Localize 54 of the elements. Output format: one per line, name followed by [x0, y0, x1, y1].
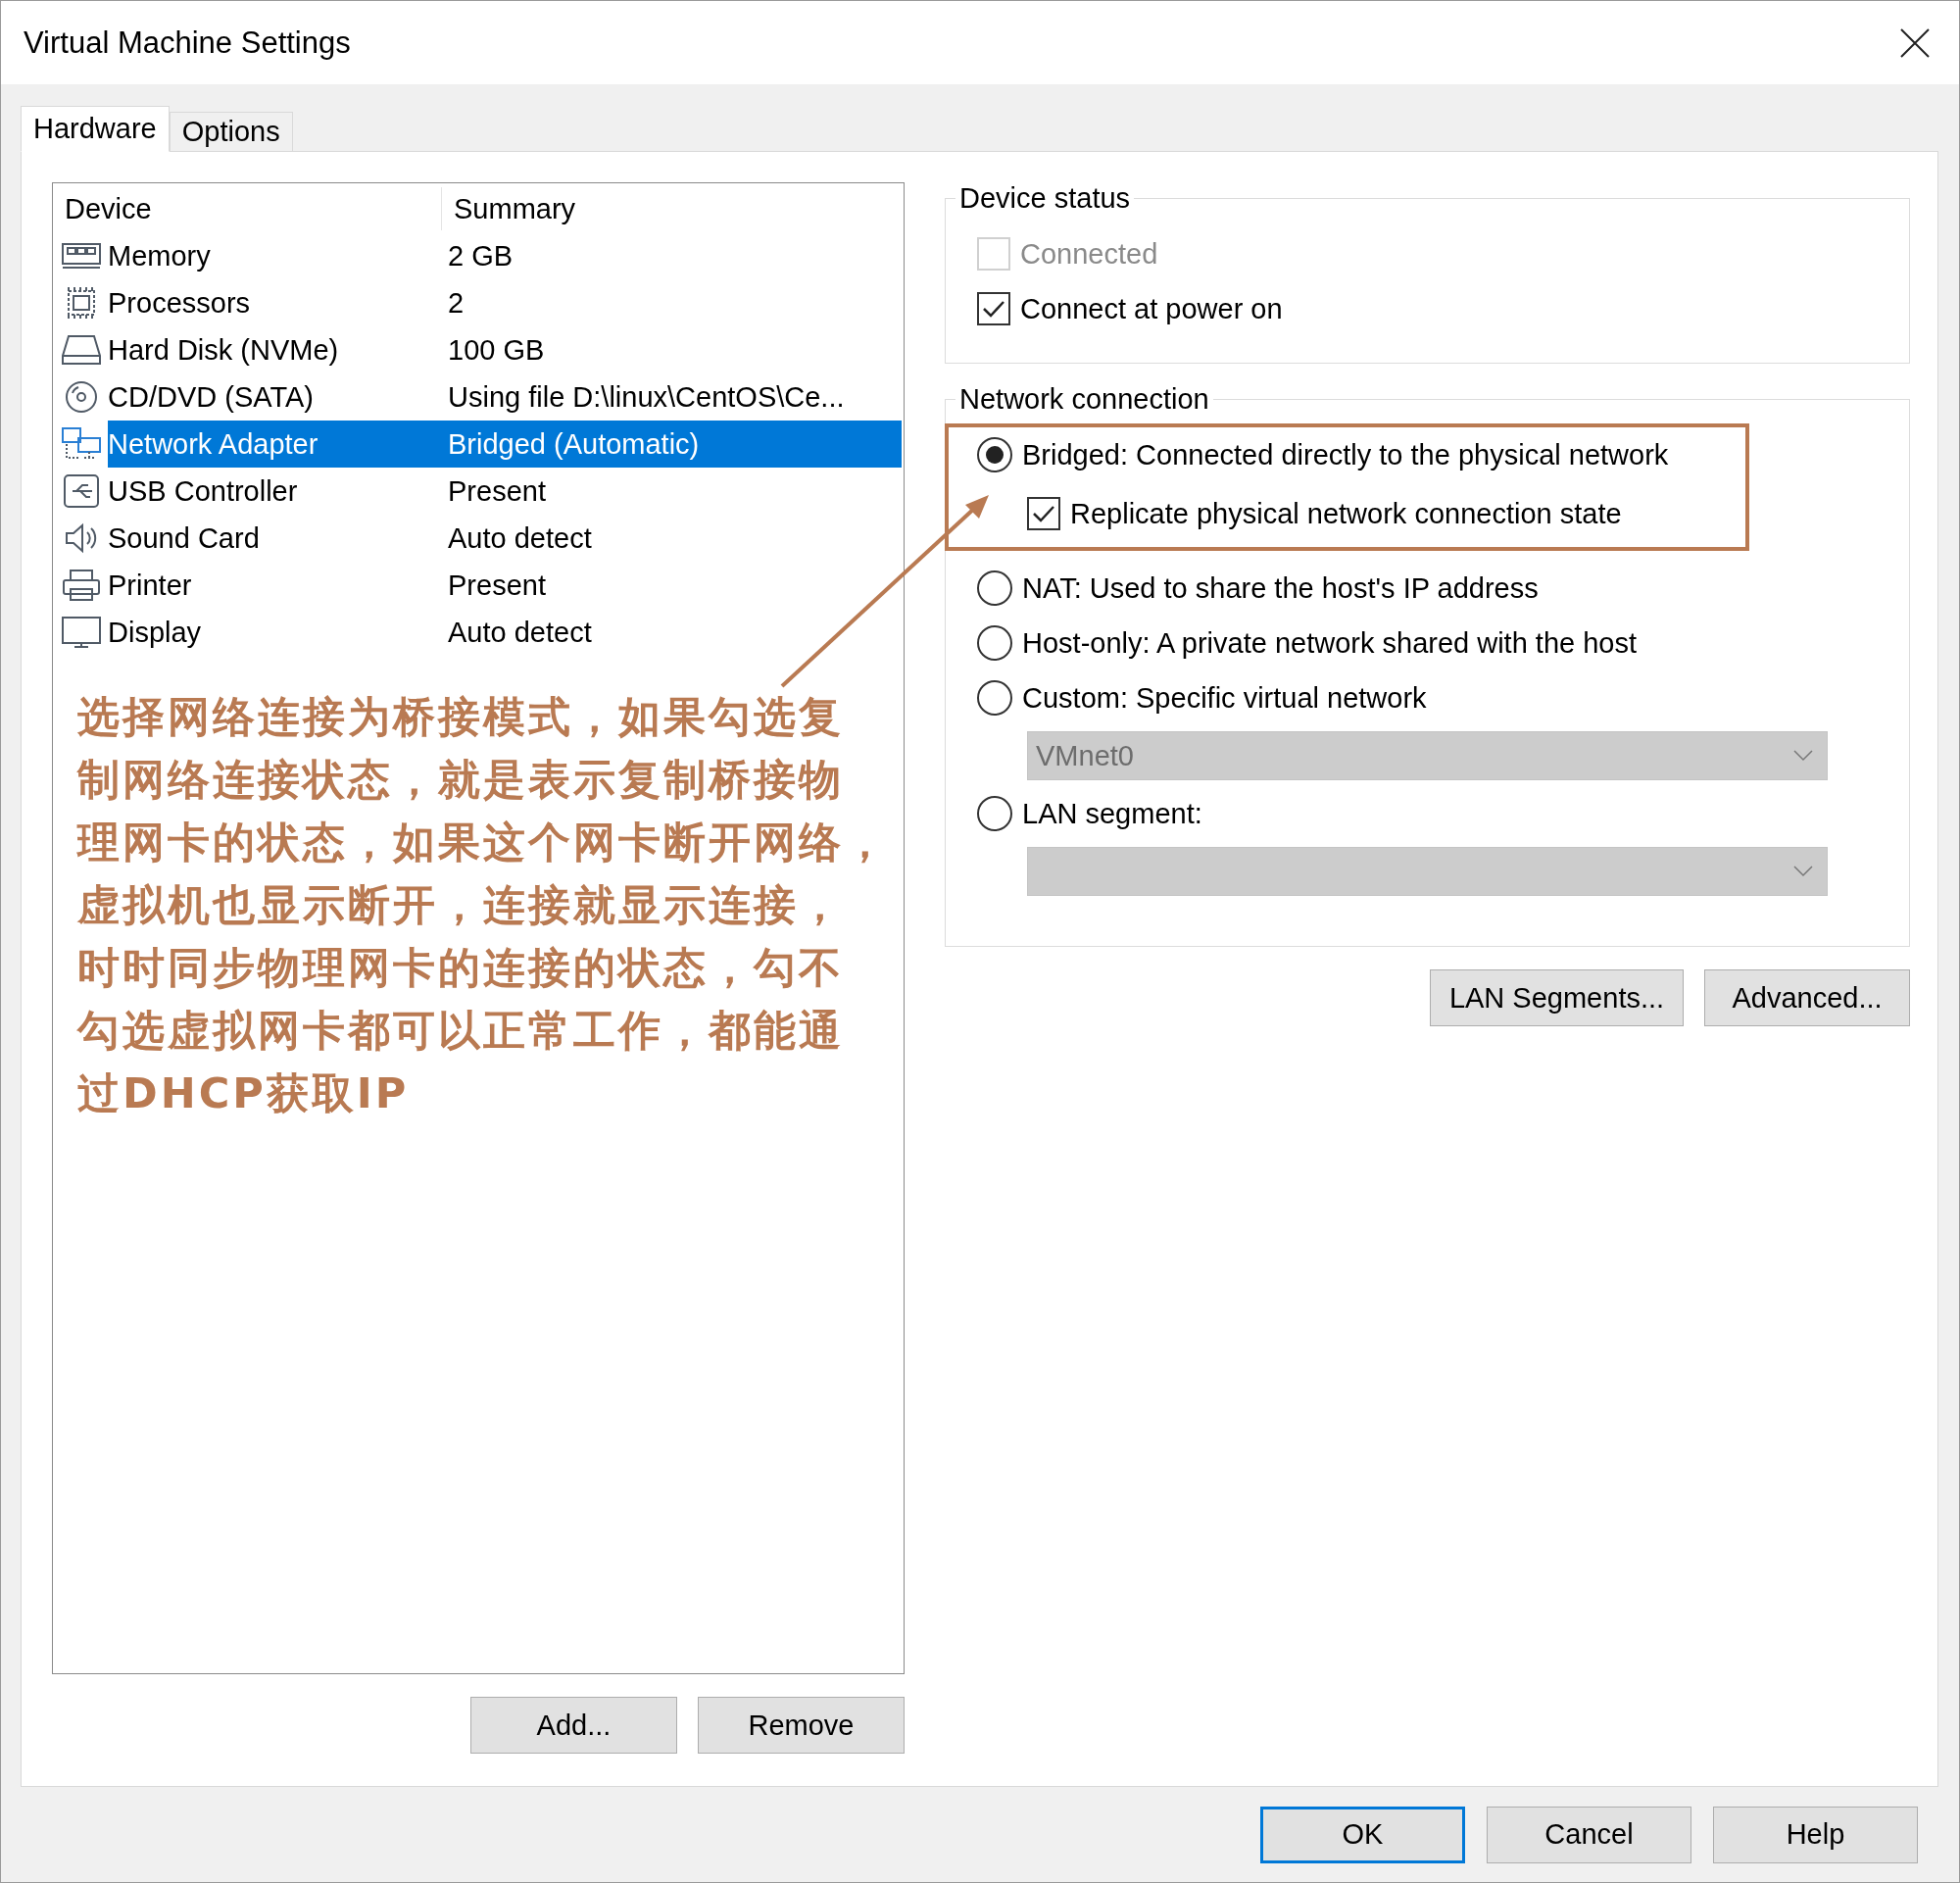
annotation-text: 虚拟机也显示断开，连接就显示连接， — [77, 879, 844, 931]
usb-icon — [61, 473, 102, 509]
radio-button[interactable] — [977, 437, 1012, 472]
device-row[interactable]: Processors 2 — [108, 279, 902, 326]
device-row[interactable]: Display Auto detect — [108, 609, 902, 656]
dialog-button[interactable]: OK — [1260, 1806, 1465, 1863]
dialog-button[interactable]: Advanced... — [1704, 969, 1910, 1026]
device-row[interactable]: USB Controller Present — [108, 468, 902, 515]
dialog-button[interactable]: LAN Segments... — [1430, 969, 1684, 1026]
device-row[interactable]: Memory 2 GB — [108, 232, 902, 279]
printer-icon — [61, 568, 102, 603]
close-icon[interactable] — [1900, 27, 1930, 58]
radio-label: LAN segment: — [1022, 797, 1202, 830]
monitor-icon — [61, 615, 102, 650]
group-title: Network connection — [958, 383, 1210, 416]
checkmark-icon — [1032, 504, 1055, 523]
checkmark-icon — [982, 299, 1005, 319]
tab[interactable]: Options — [169, 112, 293, 152]
dialog-button[interactable]: Add... — [470, 1697, 677, 1754]
column-header[interactable]: Device — [53, 192, 441, 225]
radio-label: Bridged: Connected directly to the physical network — [1022, 438, 1669, 471]
chevron-down-icon — [1793, 866, 1813, 877]
annotation-text: 制网络连接状态，就是表示复制桥接物 — [77, 754, 844, 806]
radio-button[interactable] — [977, 625, 1012, 661]
radio-button[interactable] — [977, 680, 1012, 716]
annotation-text: 时时同步物理网卡的连接的状态，勾不 — [77, 942, 844, 994]
annotation-text: 过DHCP获取IP — [77, 1067, 410, 1119]
group-title: Device status — [958, 182, 1132, 215]
dialog-button[interactable]: Cancel — [1487, 1806, 1691, 1863]
checkbox-label: Replicate physical network connection state — [1070, 497, 1622, 530]
checkbox[interactable] — [1027, 497, 1060, 530]
device-row[interactable]: Sound Card Auto detect — [108, 515, 902, 562]
radio-label: Custom: Specific virtual network — [1022, 681, 1427, 715]
annotation-text: 选择网络连接为桥接模式，如果勾选复 — [77, 691, 844, 743]
radio-label: NAT: Used to share the host's IP address — [1022, 571, 1539, 605]
device-row[interactable]: Network Adapter Bridged (Automatic) — [108, 421, 902, 468]
annotation-text: 勾选虚拟网卡都可以正常工作，都能通 — [77, 1005, 844, 1057]
tab[interactable]: Hardware — [21, 106, 170, 152]
checkbox-label: Connect at power on — [1020, 292, 1283, 325]
column-header[interactable]: Summary — [442, 192, 576, 225]
dialog-button[interactable]: Remove — [698, 1697, 905, 1754]
radio-label: Host-only: A private network shared with the host — [1022, 626, 1638, 660]
network-icon — [61, 426, 102, 462]
device-row[interactable]: Hard Disk (NVMe) 100 GB — [108, 326, 902, 373]
checkbox[interactable] — [977, 292, 1010, 325]
annotation-text: 理网卡的状态，如果这个网卡断开网络， — [77, 817, 889, 868]
dialog-button[interactable]: Help — [1713, 1806, 1918, 1863]
window-title: Virtual Machine Settings — [24, 25, 351, 61]
radio-button[interactable] — [977, 570, 1012, 606]
device-row[interactable]: Printer Present — [108, 562, 902, 609]
radio-button[interactable] — [977, 796, 1012, 831]
checkbox-label: Connected — [1020, 237, 1158, 271]
device-row[interactable]: CD/DVD (SATA) Using file D:\linux\CentOS\Ce... — [108, 373, 902, 421]
chevron-down-icon — [1793, 750, 1813, 762]
